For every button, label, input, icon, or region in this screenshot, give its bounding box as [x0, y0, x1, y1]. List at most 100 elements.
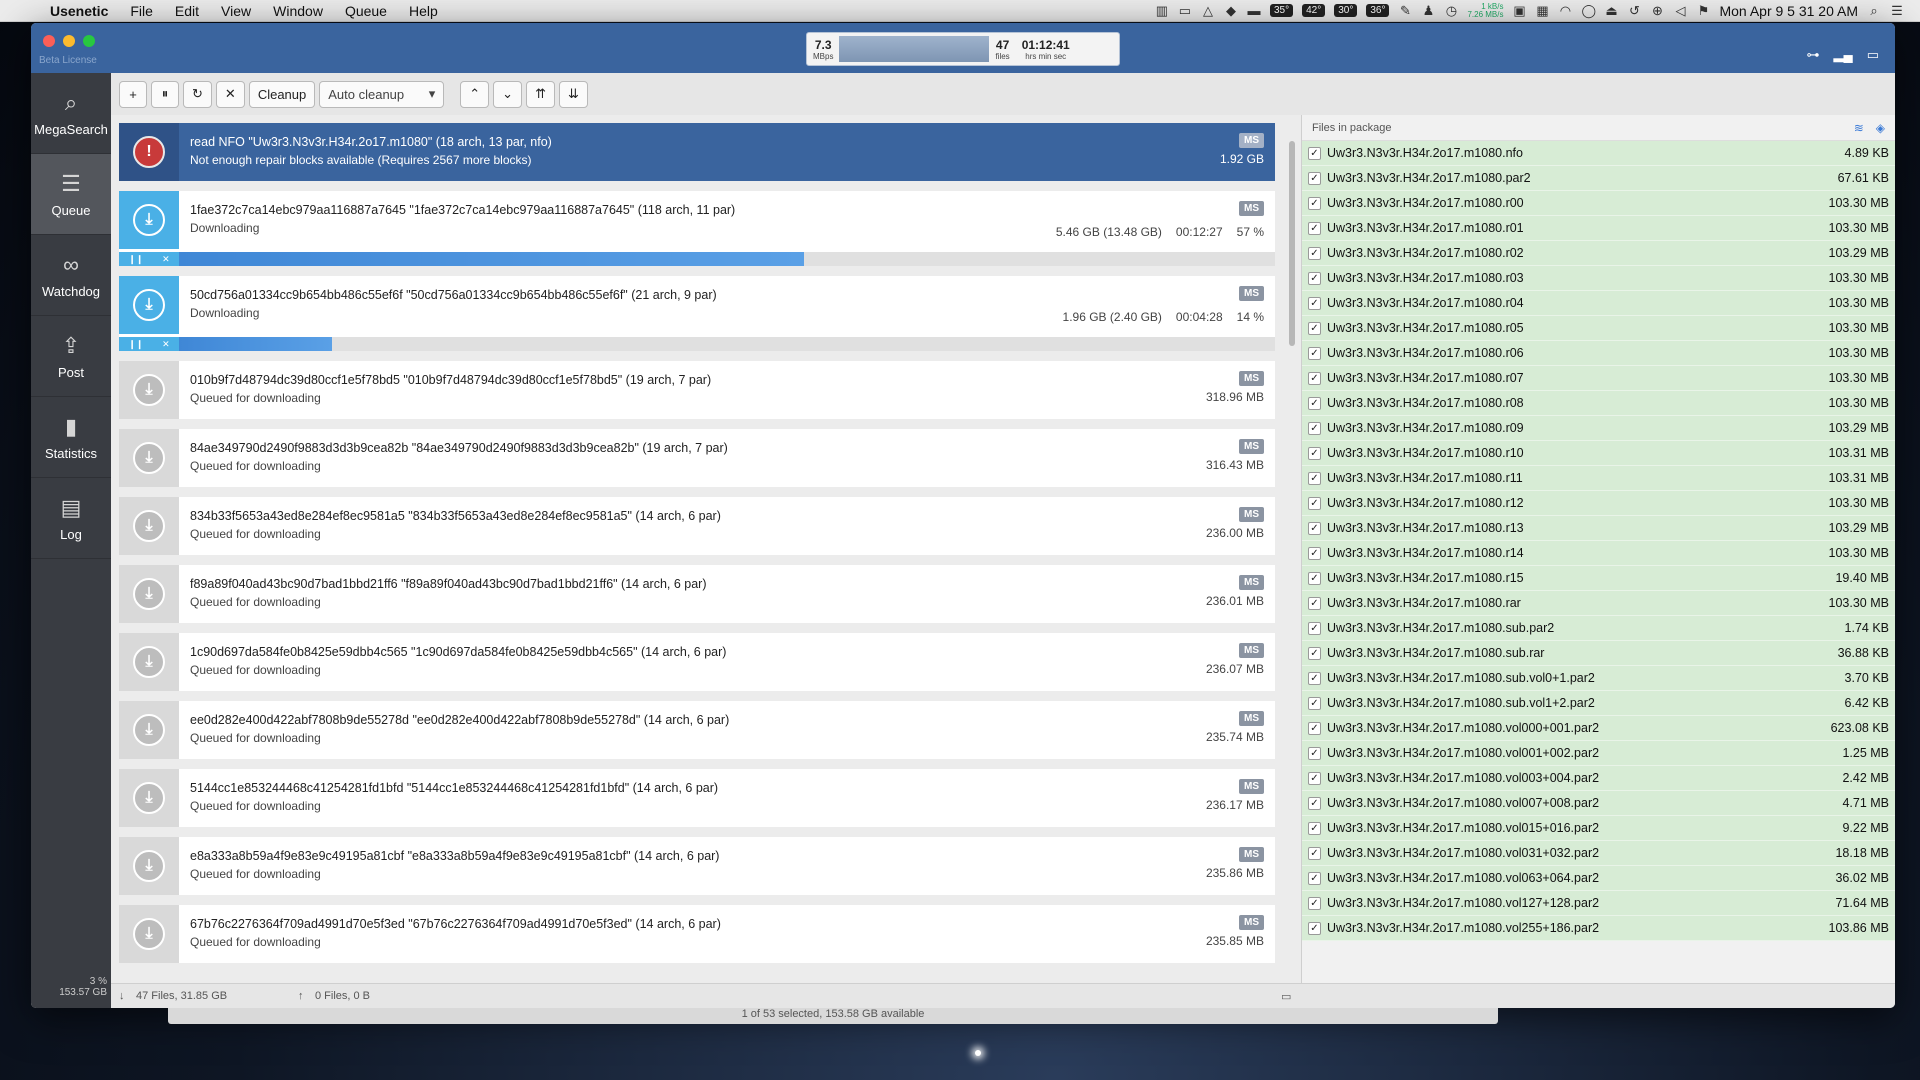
file-checkbox[interactable]: ✓: [1308, 421, 1321, 435]
file-checkbox[interactable]: ✓: [1308, 296, 1321, 310]
file-row[interactable]: ✓ Uw3r3.N3v3r.H34r.2o17.m1080.sub.vol1+2…: [1302, 691, 1895, 716]
file-checkbox[interactable]: ✓: [1308, 896, 1321, 910]
file-checkbox[interactable]: ✓: [1308, 771, 1321, 785]
queue-row[interactable]: ⤓ 67b76c2276364f709ad4991d70e5f3ed "67b7…: [119, 905, 1275, 963]
queue-row[interactable]: ⤓ 84ae349790d2490f9883d3d3b9cea82b "84ae…: [119, 429, 1275, 487]
file-row[interactable]: ✓ Uw3r3.N3v3r.H34r.2o17.m1080.vol063+064…: [1302, 866, 1895, 891]
close-icon[interactable]: ✕: [162, 339, 170, 350]
file-checkbox[interactable]: ✓: [1308, 671, 1321, 685]
settings-icon[interactable]: ◈: [1876, 121, 1885, 135]
file-row[interactable]: ✓ Uw3r3.N3v3r.H34r.2o17.m1080.r09 103.29…: [1302, 416, 1895, 441]
file-row[interactable]: ✓ Uw3r3.N3v3r.H34r.2o17.m1080.sub.rar 36…: [1302, 641, 1895, 666]
sidebar-item-megasearch[interactable]: ⌕ MegaSearch: [31, 73, 111, 154]
timer-icon[interactable]: ◷: [1444, 3, 1458, 18]
books-icon[interactable]: ▥: [1155, 3, 1169, 18]
menu-help[interactable]: Help: [409, 3, 438, 19]
file-row[interactable]: ✓ Uw3r3.N3v3r.H34r.2o17.m1080.r12 103.30…: [1302, 491, 1895, 516]
list-icon[interactable]: ☰: [1890, 3, 1904, 18]
file-checkbox[interactable]: ✓: [1308, 246, 1321, 260]
lock-icon[interactable]: ▣: [1512, 3, 1526, 18]
accessibility-icon[interactable]: ⊕: [1650, 3, 1664, 18]
queue-row[interactable]: ⤓ 50cd756a01334cc9b654bb486c55ef6f "50cd…: [119, 276, 1275, 351]
retry-button[interactable]: ↻: [183, 80, 212, 108]
file-row[interactable]: ✓ Uw3r3.N3v3r.H34r.2o17.m1080.r06 103.30…: [1302, 341, 1895, 366]
file-checkbox[interactable]: ✓: [1308, 821, 1321, 835]
file-row[interactable]: ✓ Uw3r3.N3v3r.H34r.2o17.m1080.sub.par2 1…: [1302, 616, 1895, 641]
file-checkbox[interactable]: ✓: [1308, 596, 1321, 610]
file-checkbox[interactable]: ✓: [1308, 696, 1321, 710]
cleanup-button[interactable]: Cleanup: [248, 80, 316, 108]
file-row[interactable]: ✓ Uw3r3.N3v3r.H34r.2o17.m1080.r04 103.30…: [1302, 291, 1895, 316]
flag-icon[interactable]: ⚑: [1696, 3, 1710, 18]
file-row[interactable]: ✓ Uw3r3.N3v3r.H34r.2o17.m1080.r15 19.40 …: [1302, 566, 1895, 591]
file-checkbox[interactable]: ✓: [1308, 446, 1321, 460]
pause-button[interactable]: ⏸: [151, 80, 179, 108]
file-checkbox[interactable]: ✓: [1308, 921, 1321, 935]
connection-icon[interactable]: ⊶: [1806, 47, 1819, 63]
pause-icon[interactable]: ❙❙: [128, 254, 143, 265]
sidebar-item-log[interactable]: ▤ Log: [31, 478, 111, 559]
file-row[interactable]: ✓ Uw3r3.N3v3r.H34r.2o17.m1080.rar 103.30…: [1302, 591, 1895, 616]
file-checkbox[interactable]: ✓: [1308, 871, 1321, 885]
pause-icon[interactable]: ❙❙: [128, 339, 143, 350]
file-row[interactable]: ✓ Uw3r3.N3v3r.H34r.2o17.m1080.vol000+001…: [1302, 716, 1895, 741]
file-checkbox[interactable]: ✓: [1308, 546, 1321, 560]
net-speed[interactable]: 1 kB/s 7.26 MB/s: [1467, 2, 1503, 19]
close-button[interactable]: [43, 35, 55, 47]
time-machine-icon[interactable]: ↺: [1627, 3, 1641, 18]
file-checkbox[interactable]: ✓: [1308, 746, 1321, 760]
move-top-button[interactable]: ⇈: [526, 80, 555, 108]
volume-icon[interactable]: ◁: [1673, 3, 1687, 18]
menu-queue[interactable]: Queue: [345, 3, 387, 19]
file-checkbox[interactable]: ✓: [1308, 646, 1321, 660]
sidebar-item-queue[interactable]: ☰ Queue: [31, 154, 111, 235]
file-checkbox[interactable]: ✓: [1308, 496, 1321, 510]
file-checkbox[interactable]: ✓: [1308, 371, 1321, 385]
file-row[interactable]: ✓ Uw3r3.N3v3r.H34r.2o17.m1080.vol015+016…: [1302, 816, 1895, 841]
menu-window[interactable]: Window: [273, 3, 323, 19]
file-checkbox[interactable]: ✓: [1308, 846, 1321, 860]
file-row[interactable]: ✓ Uw3r3.N3v3r.H34r.2o17.m1080.nfo 4.89 K…: [1302, 141, 1895, 166]
close-icon[interactable]: ✕: [162, 254, 170, 265]
file-row[interactable]: ✓ Uw3r3.N3v3r.H34r.2o17.m1080.r07 103.30…: [1302, 366, 1895, 391]
queue-row[interactable]: ⤓ 1fae372c7ca14ebc979aa116887a7645 "1fae…: [119, 191, 1275, 266]
file-checkbox[interactable]: ✓: [1308, 621, 1321, 635]
queue-row[interactable]: ⤓ ee0d282e400d422abf7808b9de55278d "ee0d…: [119, 701, 1275, 759]
sidebar-item-statistics[interactable]: ▮ Statistics: [31, 397, 111, 478]
file-checkbox[interactable]: ✓: [1308, 196, 1321, 210]
file-checkbox[interactable]: ✓: [1308, 396, 1321, 410]
move-bottom-button[interactable]: ⇊: [558, 80, 588, 108]
file-row[interactable]: ✓ Uw3r3.N3v3r.H34r.2o17.m1080.vol031+032…: [1302, 841, 1895, 866]
auto-cleanup-select[interactable]: Auto cleanup ▾: [319, 80, 445, 108]
file-row[interactable]: ✓ Uw3r3.N3v3r.H34r.2o17.m1080.r00 103.30…: [1302, 191, 1895, 216]
file-checkbox[interactable]: ✓: [1308, 721, 1321, 735]
file-row[interactable]: ✓ Uw3r3.N3v3r.H34r.2o17.m1080.par2 67.61…: [1302, 166, 1895, 191]
file-checkbox[interactable]: ✓: [1308, 471, 1321, 485]
file-row[interactable]: ✓ Uw3r3.N3v3r.H34r.2o17.m1080.r05 103.30…: [1302, 316, 1895, 341]
eject-icon[interactable]: ⏏: [1604, 3, 1618, 18]
sidebar-item-watchdog[interactable]: ∞ Watchdog: [31, 235, 111, 316]
file-row[interactable]: ✓ Uw3r3.N3v3r.H34r.2o17.m1080.vol255+186…: [1302, 916, 1895, 941]
file-checkbox[interactable]: ✓: [1308, 221, 1321, 235]
user-icon[interactable]: ♟: [1421, 3, 1435, 18]
file-checkbox[interactable]: ✓: [1308, 346, 1321, 360]
queue-row[interactable]: ⤓ e8a333a8b59a4f9e83e9c49195a81cbf "e8a3…: [119, 837, 1275, 895]
layout-icon[interactable]: ▭: [1867, 47, 1879, 63]
file-row[interactable]: ✓ Uw3r3.N3v3r.H34r.2o17.m1080.r10 103.31…: [1302, 441, 1895, 466]
cast-icon[interactable]: ▭: [1178, 3, 1192, 18]
file-checkbox[interactable]: ✓: [1308, 321, 1321, 335]
temp-gpu[interactable]: 42°: [1302, 4, 1326, 17]
pin-icon[interactable]: ✎: [1398, 3, 1412, 18]
move-up-button[interactable]: ⌃: [460, 80, 490, 108]
sidebar-item-post[interactable]: ⇪ Post: [31, 316, 111, 397]
wifi-icon[interactable]: ◠: [1558, 3, 1572, 18]
drive-icon[interactable]: △: [1201, 3, 1215, 18]
file-checkbox[interactable]: ✓: [1308, 796, 1321, 810]
keyboard-icon[interactable]: ▦: [1535, 3, 1549, 18]
queue-row[interactable]: ⤓ 5144cc1e853244468c41254281fd1bfd "5144…: [119, 769, 1275, 827]
file-checkbox[interactable]: ✓: [1308, 521, 1321, 535]
file-row[interactable]: ✓ Uw3r3.N3v3r.H34r.2o17.m1080.r08 103.30…: [1302, 391, 1895, 416]
queue-scrollbar[interactable]: [1289, 141, 1295, 346]
move-down-button[interactable]: ⌄: [493, 80, 523, 108]
menu-view[interactable]: View: [221, 3, 251, 19]
